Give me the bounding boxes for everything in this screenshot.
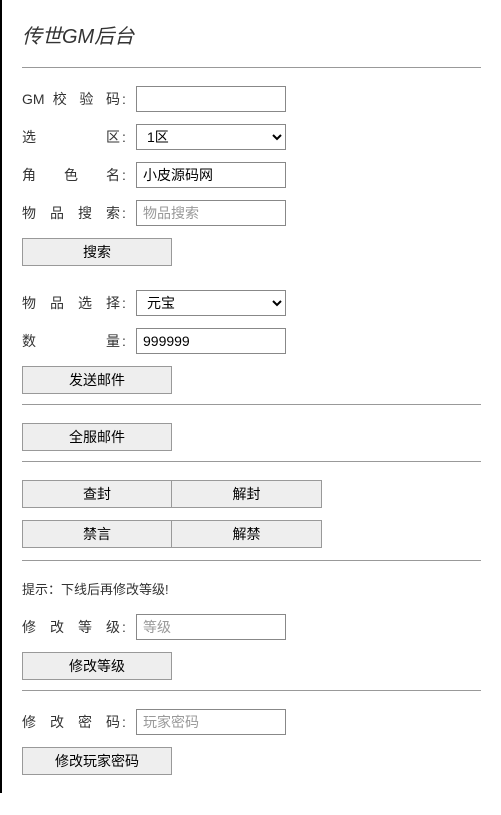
colon: : <box>122 619 136 635</box>
item-search-label: 物 品 搜 索 <box>22 203 122 223</box>
all-server-mail-button[interactable]: 全服邮件 <box>22 423 172 451</box>
item-select[interactable]: 元宝 <box>136 290 286 316</box>
unmute-button[interactable]: 解禁 <box>172 520 322 548</box>
gm-code-label: GM 校 验 码 <box>22 89 122 109</box>
divider <box>22 461 481 462</box>
level-hint: 提示：下线后再修改等级! <box>22 579 481 598</box>
colon: : <box>122 205 136 221</box>
colon: : <box>122 167 136 183</box>
quantity-input[interactable] <box>136 328 286 354</box>
quantity-label: 数 量 <box>22 331 122 351</box>
item-search-input[interactable] <box>136 200 286 226</box>
password-input[interactable] <box>136 709 286 735</box>
colon: : <box>122 91 136 107</box>
divider <box>22 67 481 68</box>
colon: : <box>122 295 136 311</box>
role-name-label: 角 色 名 <box>22 165 122 185</box>
divider <box>22 690 481 691</box>
divider <box>22 560 481 561</box>
zone-select[interactable]: 1区 <box>136 124 286 150</box>
colon: : <box>122 714 136 730</box>
modify-level-button[interactable]: 修改等级 <box>22 652 172 680</box>
gm-code-input[interactable] <box>136 86 286 112</box>
level-label: 修 改 等 级 <box>22 617 122 637</box>
unban-button[interactable]: 解封 <box>172 480 322 508</box>
page-title: 传世GM后台 <box>22 20 481 49</box>
modify-password-button[interactable]: 修改玩家密码 <box>22 747 172 775</box>
colon: : <box>122 129 136 145</box>
zone-label: 选 区 <box>22 127 122 147</box>
password-label: 修 改 密 码 <box>22 712 122 732</box>
level-input[interactable] <box>136 614 286 640</box>
ban-button[interactable]: 查封 <box>22 480 172 508</box>
search-button[interactable]: 搜索 <box>22 238 172 266</box>
divider <box>22 404 481 405</box>
send-mail-button[interactable]: 发送邮件 <box>22 366 172 394</box>
role-name-input[interactable] <box>136 162 286 188</box>
mute-button[interactable]: 禁言 <box>22 520 172 548</box>
colon: : <box>122 333 136 349</box>
item-select-label: 物 品 选 择 <box>22 293 122 313</box>
